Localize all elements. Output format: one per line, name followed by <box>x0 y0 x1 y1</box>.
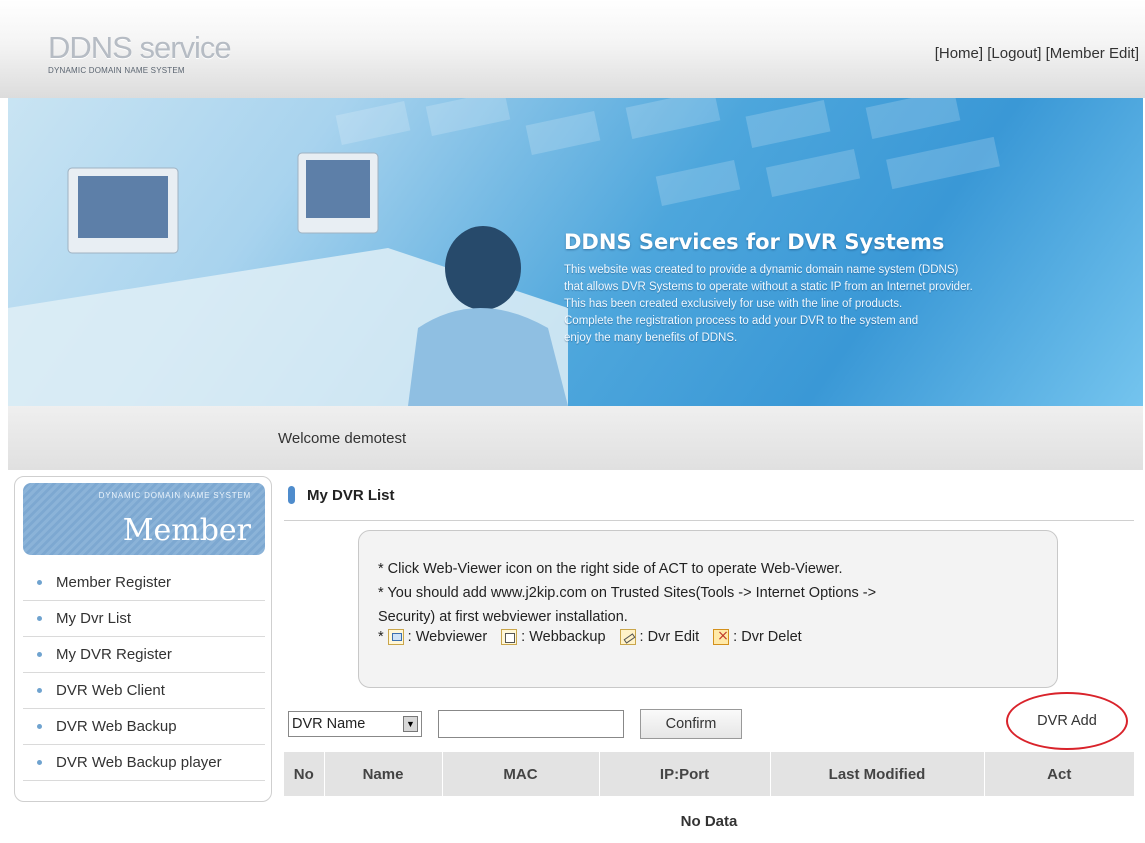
banner-text: DDNS Services for DVR Systems This websi… <box>564 230 973 347</box>
icon-legend: * : Webviewer : Webbackup : Dvr Edit : D… <box>378 628 1057 645</box>
info-line: Security) at first webviewer installatio… <box>378 609 628 625</box>
sidebar-item-label: DVR Web Backup <box>56 718 177 735</box>
table-row: No Data <box>284 796 1134 843</box>
banner-line: enjoy the many benefits of DDNS. <box>564 332 738 344</box>
dvr-add-link[interactable]: DVR Add <box>1006 692 1128 750</box>
webviewer-icon <box>387 629 404 645</box>
select-value: DVR Name <box>292 716 366 732</box>
welcome-text: Welcome demotest <box>278 430 407 447</box>
logo-subtitle: DYNAMIC DOMAIN NAME SYSTEM <box>48 66 185 75</box>
title-marker-icon <box>288 486 295 504</box>
page-title: My DVR List <box>288 486 395 504</box>
legend-prefix: * <box>378 629 384 645</box>
sidebar-item-member-register[interactable]: Member Register <box>23 565 265 601</box>
sidebar-item-label: My DVR Register <box>56 646 172 663</box>
banner-line: This has been created exclusively for us… <box>564 298 903 310</box>
page-title-text: My DVR List <box>307 486 395 504</box>
sidebar-item-dvr-web-backup[interactable]: DVR Web Backup <box>23 709 265 745</box>
banner-title: DDNS Services for DVR Systems <box>564 230 945 254</box>
logout-link[interactable]: [Logout] <box>987 45 1041 62</box>
sidebar-item-my-dvr-list[interactable]: My Dvr List <box>23 601 265 637</box>
dvr-table: No Name MAC IP:Port Last Modified Act No… <box>284 752 1134 843</box>
sidebar-item-label: DVR Web Client <box>56 682 165 699</box>
sidebar: DYNAMIC DOMAIN NAME SYSTEM Member Member… <box>14 476 272 802</box>
column-header-name: Name <box>324 752 443 796</box>
legend-webbackup: : Webbackup <box>521 629 606 645</box>
sidebar-menu: Member Register My Dvr List My DVR Regis… <box>23 565 265 781</box>
bullet-icon <box>37 652 42 657</box>
sidebar-item-dvr-web-client[interactable]: DVR Web Client <box>23 673 265 709</box>
sidebar-item-label: Member Register <box>56 574 172 591</box>
sidebar-item-my-dvr-register[interactable]: My DVR Register <box>23 637 265 673</box>
webbackup-icon <box>501 629 518 645</box>
bullet-icon <box>37 760 42 765</box>
member-box-subtitle: DYNAMIC DOMAIN NAME SYSTEM <box>98 491 251 500</box>
table-header-row: No Name MAC IP:Port Last Modified Act <box>284 752 1134 796</box>
chevron-down-icon[interactable]: ▼ <box>403 716 418 732</box>
confirm-button[interactable]: Confirm <box>640 709 742 739</box>
sidebar-item-label: DVR Web Backup player <box>56 754 222 771</box>
member-box-title: Member <box>122 513 251 548</box>
empty-table-message: No Data <box>680 812 738 830</box>
divider <box>284 520 1134 521</box>
member-edit-link[interactable]: [Member Edit] <box>1046 45 1139 62</box>
legend-edit: : Dvr Edit <box>639 629 700 645</box>
column-header-mac: MAC <box>442 752 600 796</box>
top-links: [Home] [Logout] [Member Edit] <box>935 45 1139 62</box>
search-field-select[interactable]: DVR Name ▼ <box>288 711 422 737</box>
header: DDNS service DYNAMIC DOMAIN NAME SYSTEM … <box>0 0 1145 98</box>
search-input[interactable] <box>438 710 624 738</box>
bullet-icon <box>37 724 42 729</box>
info-box: * Click Web-Viewer icon on the right sid… <box>358 530 1058 688</box>
banner-line: that allows DVR Systems to operate witho… <box>564 281 973 293</box>
bullet-icon <box>37 580 42 585</box>
main-content: My DVR List * Click Web-Viewer icon on t… <box>284 476 1134 843</box>
banner-line: Complete the registration process to add… <box>564 315 919 327</box>
legend-delete: : Dvr Delet <box>733 629 802 645</box>
logo-title: DDNS service <box>48 30 232 65</box>
column-header-no: No <box>284 752 325 796</box>
welcome-bar: Welcome demotest <box>8 406 1143 470</box>
banner-line: This website was created to provide a dy… <box>564 264 959 276</box>
column-header-last-modified: Last Modified <box>770 752 985 796</box>
search-row: DVR Name ▼ Confirm <box>288 709 742 739</box>
column-header-ip-port: IP:Port <box>599 752 771 796</box>
info-line: * You should add www.j2kip.com on Truste… <box>378 585 877 601</box>
delete-icon <box>713 628 730 645</box>
info-line: * Click Web-Viewer icon on the right sid… <box>378 561 843 577</box>
member-header-box: DYNAMIC DOMAIN NAME SYSTEM Member <box>23 483 265 555</box>
home-link[interactable]: [Home] <box>935 45 983 62</box>
logo[interactable]: DDNS service DYNAMIC DOMAIN NAME SYSTEM <box>48 30 232 76</box>
sidebar-item-label: My Dvr List <box>56 610 131 627</box>
hero-banner: DDNS Services for DVR Systems This websi… <box>8 98 1143 406</box>
sidebar-item-dvr-web-backup-player[interactable]: DVR Web Backup player <box>23 745 265 781</box>
column-header-act: Act <box>984 752 1134 796</box>
edit-icon <box>619 629 636 645</box>
legend-webviewer: : Webviewer <box>407 629 488 645</box>
bullet-icon <box>37 688 42 693</box>
bullet-icon <box>37 616 42 621</box>
